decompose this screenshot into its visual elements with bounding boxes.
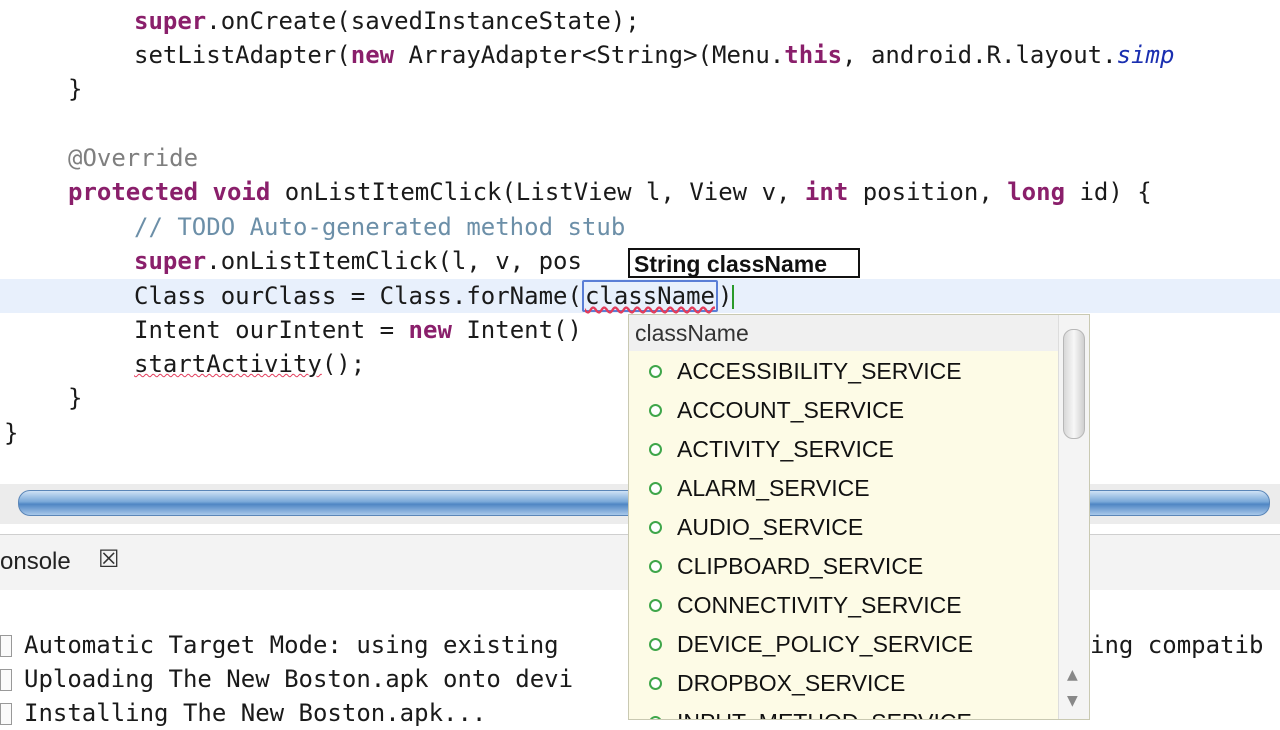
field-icon xyxy=(649,482,662,495)
current-code-line[interactable]: Class ourClass = Class.forName(className… xyxy=(0,279,1280,313)
field-icon xyxy=(649,599,662,612)
autocomplete-item[interactable]: ALARM_SERVICE xyxy=(629,469,1059,508)
autocomplete-item[interactable]: INPUT_METHOD_SERVICE xyxy=(629,703,1059,719)
scrollbar[interactable]: ▲ ▼ xyxy=(1058,315,1089,719)
field-icon xyxy=(649,404,662,417)
code-line: setListAdapter(new ArrayAdapter<String>(… xyxy=(134,41,1175,69)
code-line: Intent ourIntent = new Intent() xyxy=(134,316,582,344)
code-line: startActivity(); xyxy=(134,350,366,378)
scroll-up-icon[interactable]: ▲ xyxy=(1067,667,1078,683)
tab-console[interactable]: onsole xyxy=(0,537,71,587)
autocomplete-item[interactable]: AUDIO_SERVICE xyxy=(629,508,1059,547)
code-line: } xyxy=(4,419,19,447)
line-marker-icon xyxy=(0,703,12,725)
close-icon[interactable]: ☒ xyxy=(98,545,126,573)
autocomplete-popup[interactable]: className ACCESSIBILITY_SERVICE ACCOUNT_… xyxy=(628,314,1090,720)
field-icon xyxy=(649,716,662,719)
field-icon xyxy=(649,677,662,690)
autocomplete-item[interactable]: DROPBOX_SERVICE xyxy=(629,664,1059,703)
scrollbar-thumb[interactable] xyxy=(1063,329,1085,439)
autocomplete-item[interactable]: ACTIVITY_SERVICE xyxy=(629,430,1059,469)
code-line: } xyxy=(68,75,83,103)
console-line: Installing The New Boston.apk... xyxy=(0,696,486,730)
autocomplete-header[interactable]: className xyxy=(629,315,1065,351)
autocomplete-item[interactable]: CONNECTIVITY_SERVICE xyxy=(629,586,1059,625)
autocomplete-item[interactable]: ACCOUNT_SERVICE xyxy=(629,391,1059,430)
console-line-fragment: ing compatib xyxy=(1090,631,1264,659)
comment-line: // TODO Auto-generated method stub xyxy=(134,213,626,241)
code-line: protected void onListItemClick(ListView … xyxy=(68,178,1152,206)
field-icon xyxy=(649,521,662,534)
field-icon xyxy=(649,560,662,573)
console-line: Uploading The New Boston.apk onto devi xyxy=(0,662,573,696)
annotation-line: @Override xyxy=(68,144,199,172)
autocomplete-item[interactable]: ACCESSIBILITY_SERVICE xyxy=(629,352,1059,391)
code-line: } xyxy=(68,384,83,412)
autocomplete-item[interactable]: CLIPBOARD_SERVICE xyxy=(629,547,1059,586)
console-line: Automatic Target Mode: using existing xyxy=(0,628,559,662)
field-icon xyxy=(649,638,662,651)
field-icon xyxy=(649,443,662,456)
autocomplete-item[interactable]: DEVICE_POLICY_SERVICE xyxy=(629,625,1059,664)
field-icon xyxy=(649,365,662,378)
parameter-hint-tooltip: String className xyxy=(628,248,860,278)
line-marker-icon xyxy=(0,669,12,691)
selected-parameter[interactable]: className xyxy=(581,280,718,312)
scroll-down-icon[interactable]: ▼ xyxy=(1067,693,1078,709)
code-line: super.onCreate(savedInstanceState); xyxy=(134,7,640,35)
line-marker-icon xyxy=(0,635,12,657)
text-cursor xyxy=(732,285,735,309)
code-line: super.onListItemClick(l, v, pos xyxy=(134,247,582,275)
